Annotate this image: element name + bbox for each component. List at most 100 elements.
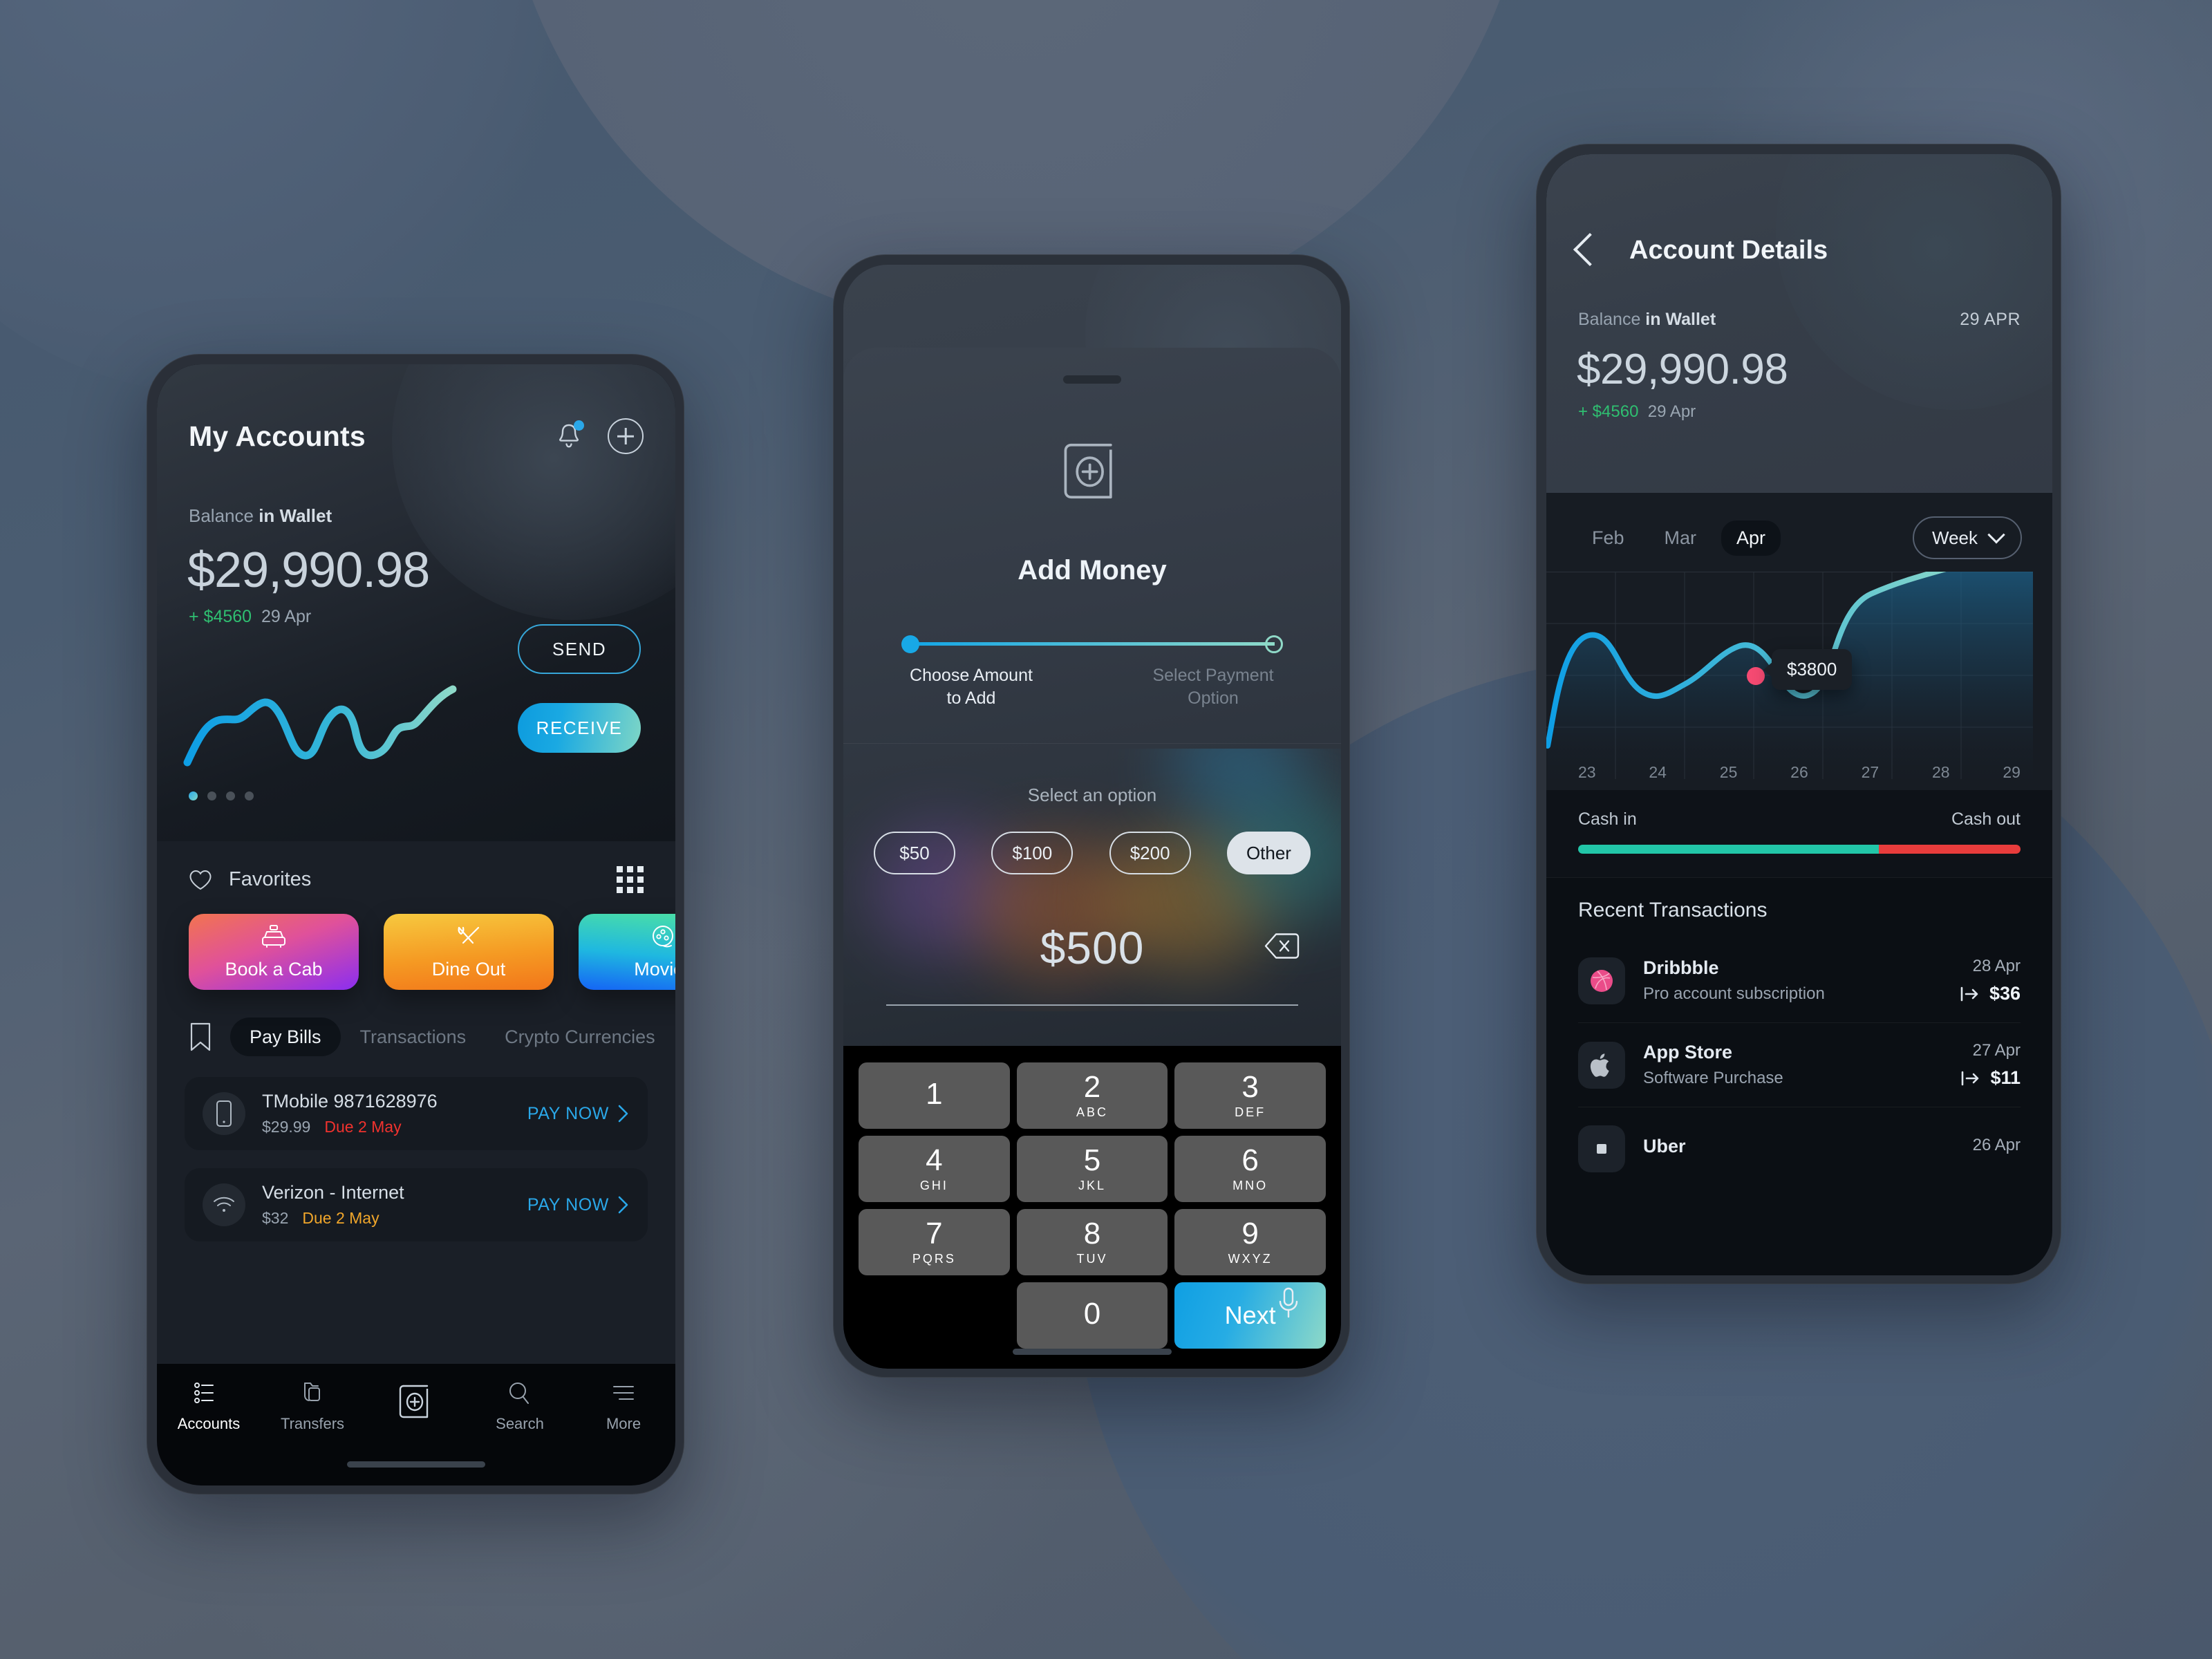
balance-sparkline xyxy=(183,685,457,767)
pay-now-label: PAY NOW xyxy=(527,1103,609,1123)
keypad-grid: 1 2 ABC 3 DEF 4 GHI 5 JKL 6 MNO 7 PQRS 8 TUV 9W… xyxy=(859,1062,1326,1349)
backspace-icon[interactable] xyxy=(1264,932,1300,964)
key-1[interactable]: 1 xyxy=(859,1062,1010,1129)
key-8[interactable]: 8 TUV xyxy=(1016,1209,1168,1275)
transaction-meta: 28 Apr $36 xyxy=(1960,957,2021,1004)
heart-icon xyxy=(189,870,212,890)
sheet-grabber[interactable] xyxy=(1063,375,1121,384)
cash-out-label: Cash out xyxy=(1951,809,2021,829)
pay-now-label: PAY NOW xyxy=(527,1194,609,1215)
outgoing-arrow-icon xyxy=(1962,1071,1979,1085)
page-title: My Accounts xyxy=(189,420,366,452)
section-title: Recent Transactions xyxy=(1578,899,1768,921)
cash-flow-section: Cash in Cash out xyxy=(1546,790,2052,877)
bill-row[interactable]: Verizon - Internet $32 Due 2 May PAY NOW xyxy=(185,1168,648,1241)
transaction-row[interactable]: Uber 26 Apr xyxy=(1578,1107,2021,1190)
range-selector[interactable]: Week xyxy=(1913,516,2022,559)
amount-chip-100[interactable]: $100 xyxy=(991,832,1074,874)
select-option-label: Select an option xyxy=(1027,785,1157,805)
nav-item-search[interactable]: Search xyxy=(480,1379,560,1433)
key-0[interactable]: 0 xyxy=(1016,1282,1168,1349)
microphone-icon[interactable] xyxy=(1276,1286,1301,1323)
cash-out-segment xyxy=(1879,845,2021,854)
key-5[interactable]: 5 JKL xyxy=(1016,1136,1168,1202)
nav-item-more[interactable]: More xyxy=(583,1379,664,1433)
account-details-hero: Account Details Balance in Wallet 29 APR… xyxy=(1546,154,2052,493)
nav-item-accounts[interactable]: Accounts xyxy=(169,1379,249,1433)
transaction-row[interactable]: App Store Software Purchase 27 Apr $11 xyxy=(1578,1023,2021,1107)
balance-label: Balance in Wallet xyxy=(1578,310,1716,329)
nav-label: More xyxy=(606,1415,641,1432)
transaction-name: App Store xyxy=(1643,1042,1733,1062)
transaction-meta: 26 Apr xyxy=(1973,1136,2021,1162)
month-mar[interactable]: Mar xyxy=(1649,521,1712,556)
header: Account Details xyxy=(1546,154,2052,266)
back-chevron-icon[interactable] xyxy=(1573,232,1607,266)
screen-my-accounts: My Accounts Balance in Wallet $29,990.98… xyxy=(157,364,675,1485)
bill-meta: $29.99 Due 2 May xyxy=(262,1118,511,1136)
key-4[interactable]: 4 GHI xyxy=(859,1136,1010,1202)
transaction-info: Uber xyxy=(1643,1136,1955,1163)
favorite-card-book-a-cab[interactable]: Book a Cab xyxy=(189,914,359,990)
bill-row[interactable]: TMobile 9871628976 $29.99 Due 2 May PAY … xyxy=(185,1077,648,1150)
chart-x-axis: 23 24 25 26 27 28 29 xyxy=(1560,763,2038,782)
favorite-card-label: Movies xyxy=(634,959,675,980)
amount-chip-other[interactable]: Other xyxy=(1226,832,1311,874)
bill-due: Due 2 May xyxy=(324,1118,402,1136)
nav-item-add-wallet[interactable] xyxy=(376,1379,456,1430)
balance-change-value: + $4560 xyxy=(1578,402,1639,421)
transaction-name: Uber xyxy=(1643,1135,1686,1156)
key-9[interactable]: 9 WXYZ xyxy=(1174,1209,1326,1275)
account-body: Favorites Book a Cab Dine Out Movi Pay B… xyxy=(157,841,675,1485)
amount-chip-200[interactable]: $200 xyxy=(1109,832,1191,874)
bell-icon[interactable] xyxy=(555,420,584,451)
amount-input-row: $500 xyxy=(878,921,1306,974)
bookmark-icon[interactable] xyxy=(189,1022,212,1052)
stepper-knob-2[interactable] xyxy=(1265,635,1283,653)
stepper-knob-1[interactable] xyxy=(901,635,919,653)
bill-amount: $29.99 xyxy=(262,1118,311,1136)
recent-transactions: Recent Transactions Dribbble Pro account… xyxy=(1546,878,2052,1190)
phone-account-details: Account Details Balance in Wallet 29 APR… xyxy=(1536,144,2061,1284)
tab-transactions[interactable]: Transactions xyxy=(341,1027,486,1048)
bill-list: TMobile 9871628976 $29.99 Due 2 May PAY … xyxy=(157,1056,675,1241)
cash-in-label: Cash in xyxy=(1578,809,1637,829)
header: My Accounts xyxy=(157,364,675,454)
pay-now-button[interactable]: PAY NOW xyxy=(527,1104,630,1124)
transaction-name: Dribbble xyxy=(1643,957,1719,978)
add-account-button[interactable] xyxy=(608,418,644,454)
balance-amount: $29,990.98 xyxy=(1577,346,1788,393)
favorite-card-movies[interactable]: Movies xyxy=(579,914,675,990)
nav-item-transfers[interactable]: Transfers xyxy=(272,1379,353,1433)
transaction-info: App Store Software Purchase xyxy=(1643,1042,1943,1088)
tab-pay-bills[interactable]: Pay Bills xyxy=(230,1018,341,1056)
phone-my-accounts: My Accounts Balance in Wallet $29,990.98… xyxy=(147,354,684,1494)
phone-icon xyxy=(203,1092,245,1135)
transaction-desc: Pro account subscription xyxy=(1643,984,1825,1003)
month-feb[interactable]: Feb xyxy=(1577,521,1640,556)
month-apr[interactable]: Apr xyxy=(1721,520,1781,556)
receive-button[interactable]: RECEIVE xyxy=(518,703,641,753)
chart-marker xyxy=(1747,667,1765,685)
next-button[interactable]: Next xyxy=(1174,1282,1326,1349)
favorite-card-dine-out[interactable]: Dine Out xyxy=(384,914,554,990)
amount-chip-50[interactable]: $50 xyxy=(874,832,955,874)
key-7[interactable]: 7 PQRS xyxy=(859,1209,1010,1275)
key-6[interactable]: 6 MNO xyxy=(1174,1136,1326,1202)
step-label-2: Select Payment Option xyxy=(1152,666,1274,708)
pay-now-button[interactable]: PAY NOW xyxy=(527,1195,630,1215)
chevron-right-icon xyxy=(618,1105,628,1123)
list-icon xyxy=(194,1382,214,1403)
grid-icon[interactable] xyxy=(617,866,644,893)
tab-crypto-currencies[interactable]: Crypto Currencies xyxy=(485,1027,675,1048)
amount-input[interactable]: $500 xyxy=(1040,921,1145,974)
transaction-row[interactable]: Dribbble Pro account subscription 28 Apr… xyxy=(1578,939,2021,1023)
bill-due: Due 2 May xyxy=(302,1209,379,1227)
key-3[interactable]: 3 DEF xyxy=(1174,1062,1326,1129)
transaction-date: 27 Apr xyxy=(1972,1041,2021,1060)
send-button[interactable]: SEND xyxy=(518,624,641,674)
carousel-dots[interactable] xyxy=(189,791,254,800)
amount-underline xyxy=(886,1004,1298,1006)
bottom-navigation: Accounts Transfers Search More xyxy=(157,1364,675,1485)
key-2[interactable]: 2 ABC xyxy=(1016,1062,1168,1129)
